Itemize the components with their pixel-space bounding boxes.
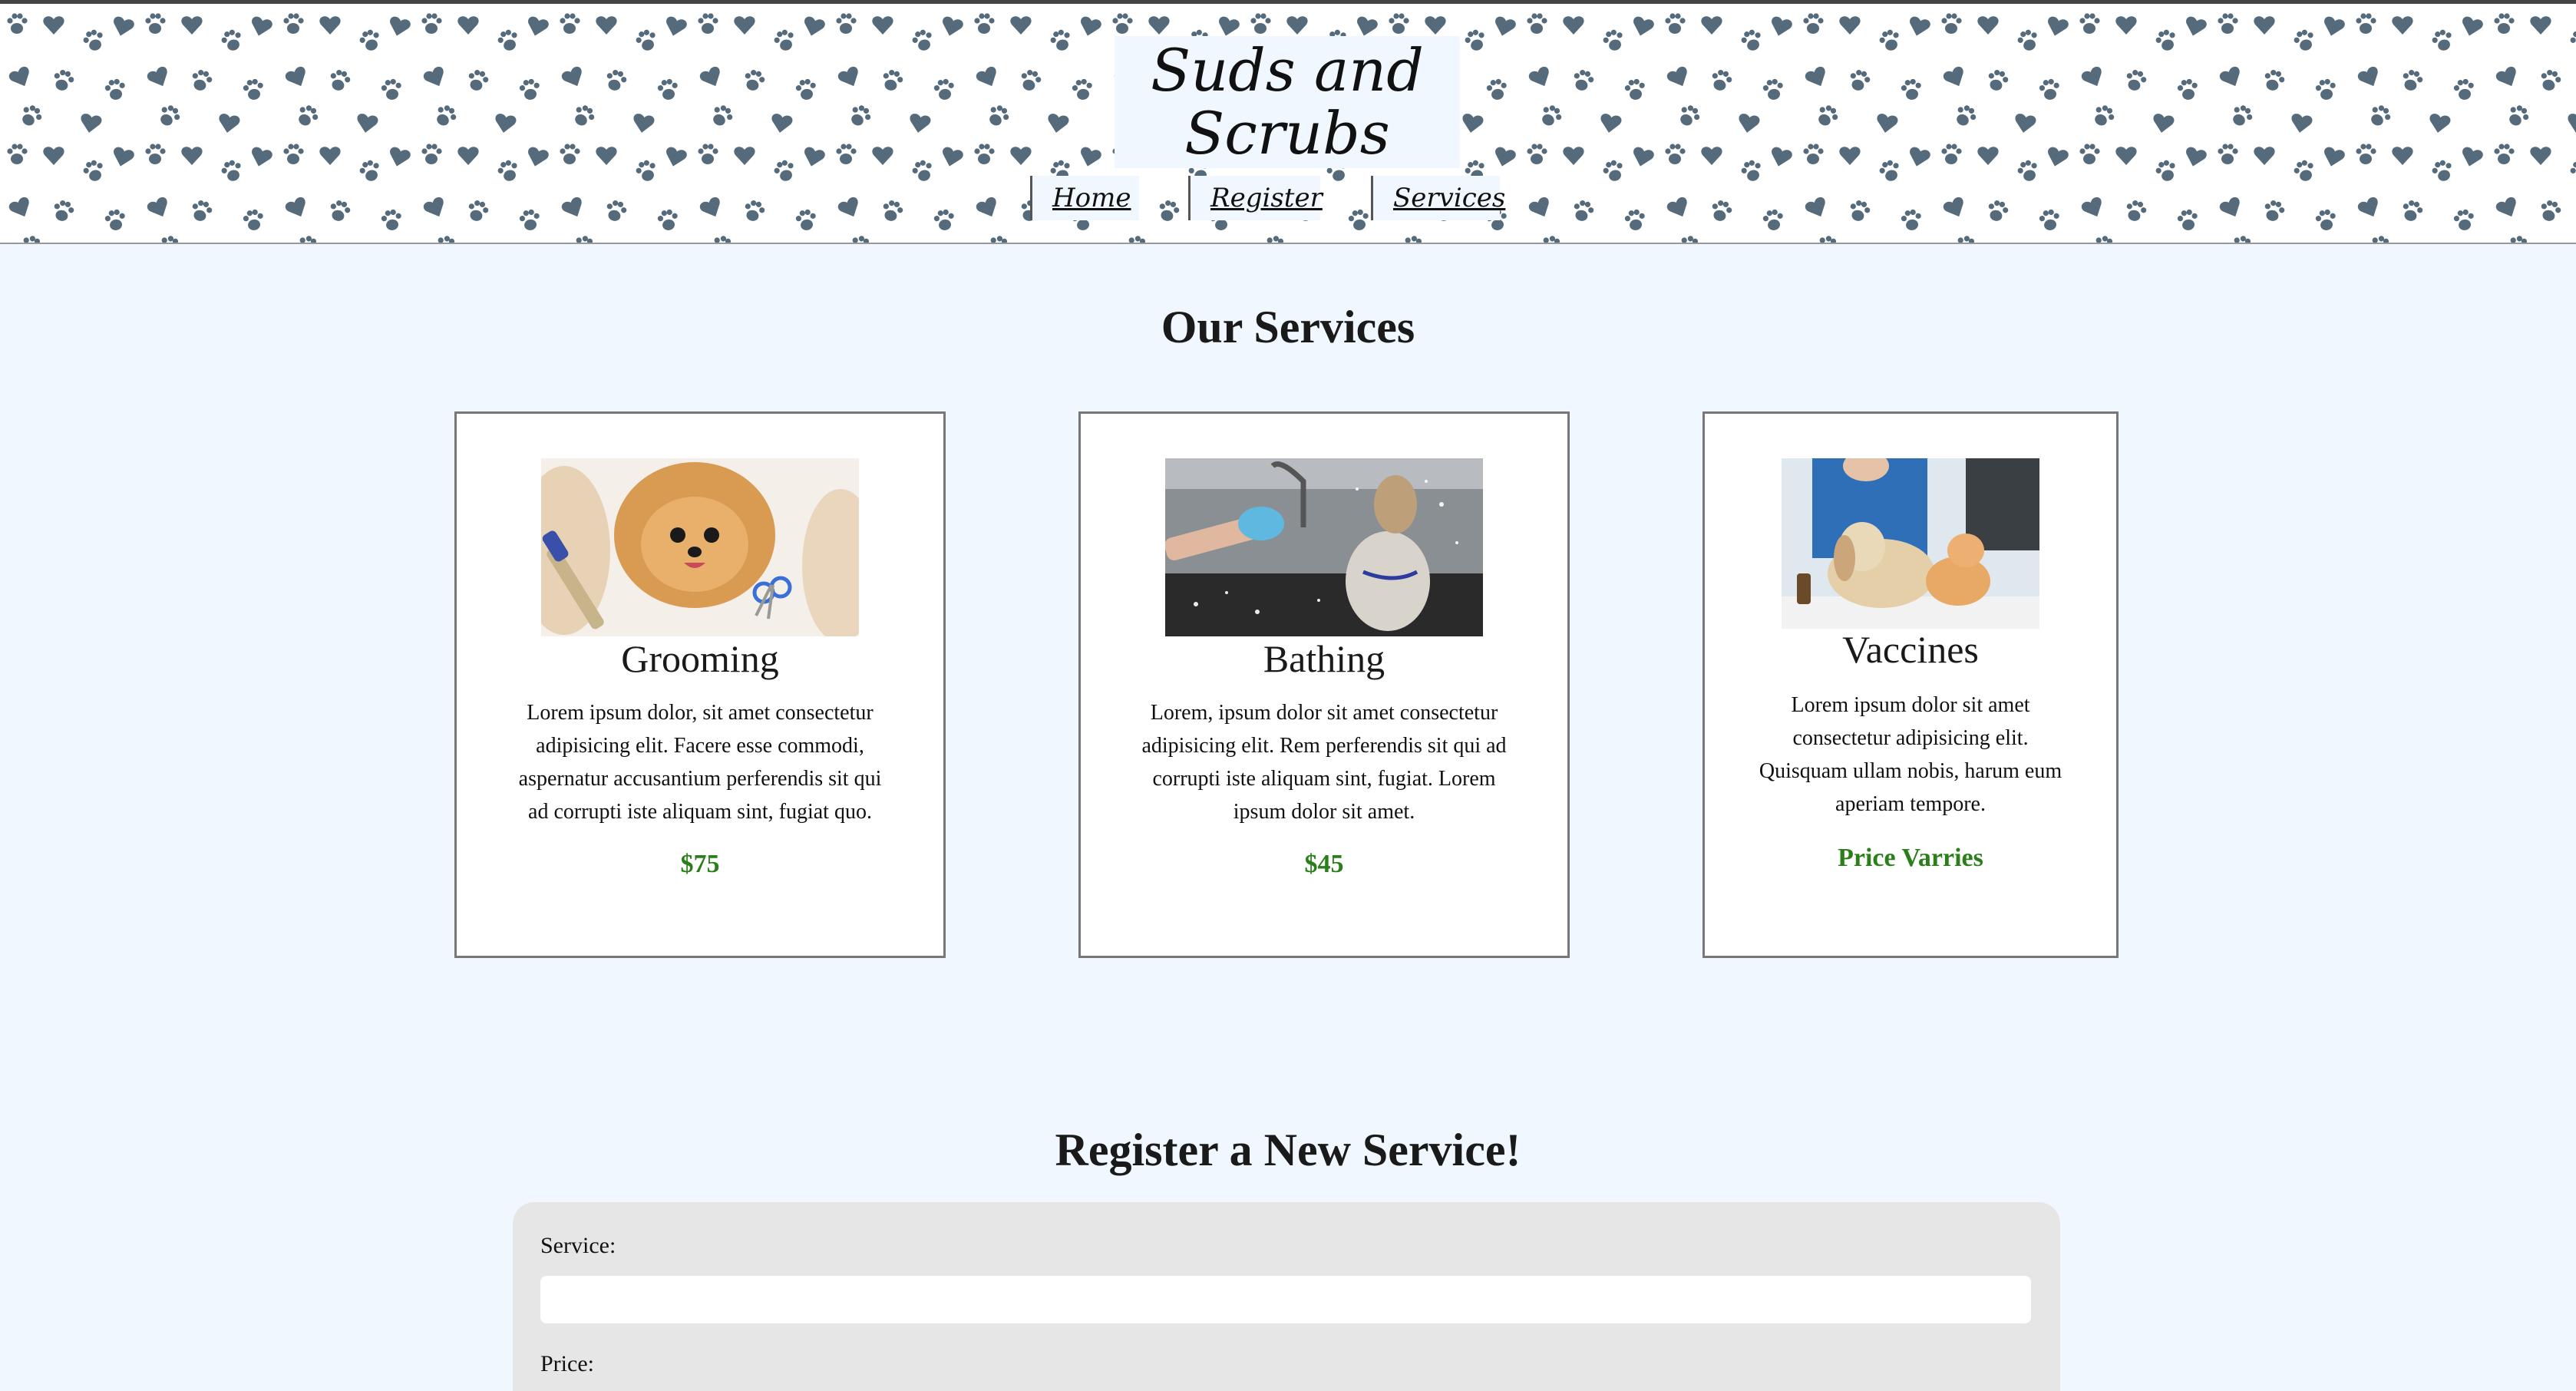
card-title: Bathing xyxy=(1263,637,1385,680)
site-header: Suds and Scrubs Home Register Services xyxy=(0,0,2576,244)
bathing-image xyxy=(1165,458,1483,636)
nav-home-link[interactable]: Home xyxy=(1030,176,1139,220)
register-form: Service: Price: xyxy=(513,1202,2060,1391)
logo: Suds and Scrubs xyxy=(1115,36,1460,168)
card-price: Price Varries xyxy=(1838,844,1983,872)
vaccines-image xyxy=(1782,458,2039,629)
services-heading: Our Services xyxy=(1161,302,1415,352)
grooming-image xyxy=(541,458,859,636)
service-input[interactable] xyxy=(540,1276,2031,1323)
card-price: $75 xyxy=(680,850,720,878)
service-label: Service: xyxy=(540,1233,616,1258)
nav-register-link[interactable]: Register xyxy=(1188,176,1323,220)
card-description: Lorem, ipsum dolor sit amet consectetur … xyxy=(1141,701,1507,824)
page: Suds and Scrubs Home Register Services O… xyxy=(0,0,2576,1391)
nav-services-link[interactable]: Services xyxy=(1371,176,1505,220)
register-heading: Register a New Service! xyxy=(1055,1125,1521,1175)
card-title: Grooming xyxy=(621,637,779,680)
card-title: Vaccines xyxy=(1842,628,1979,671)
service-card-grooming: Grooming Lorem ipsum dolor, sit amet con… xyxy=(454,411,946,958)
card-description: Lorem ipsum dolor sit amet consectetur a… xyxy=(1759,693,2062,816)
main-nav: Home Register Services xyxy=(0,176,2576,222)
price-label: Price: xyxy=(540,1351,594,1376)
logo-text: Suds and Scrubs xyxy=(1151,36,1424,167)
service-card-vaccines: Vaccines Lorem ipsum dolor sit amet cons… xyxy=(1702,411,2119,958)
service-card-bathing: Bathing Lorem, ipsum dolor sit amet cons… xyxy=(1078,411,1570,958)
card-price: $45 xyxy=(1304,850,1344,878)
card-description: Lorem ipsum dolor, sit amet consectetur … xyxy=(518,701,882,824)
